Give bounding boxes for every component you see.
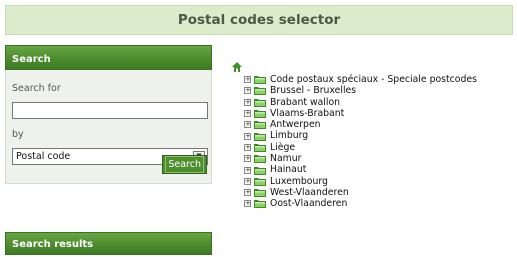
tree-item[interactable]: + Antwerpen: [244, 119, 477, 130]
tree-item-label: Namur: [270, 153, 302, 165]
expand-icon[interactable]: +: [244, 177, 251, 185]
postal-tree: + Code postaux spéciaux - Speciale postco…: [232, 62, 477, 210]
tree-item-label: Brussel - Bruxelles: [270, 85, 357, 97]
tree-item[interactable]: + Brabant wallon: [244, 97, 477, 108]
search-button-label: Search: [165, 156, 204, 173]
folder-icon: [254, 98, 266, 107]
tree-item[interactable]: + Brussel - Bruxelles: [244, 85, 477, 96]
expand-icon[interactable]: +: [244, 200, 251, 208]
page-header: Postal codes selector: [5, 5, 513, 35]
folder-icon: [254, 188, 266, 198]
folder-icon: [254, 120, 266, 130]
tree-item-label: Vlaams-Brabant: [270, 107, 345, 119]
tree-item[interactable]: + Code postaux spéciaux - Speciale postco…: [244, 74, 477, 85]
tree-item-label: Code postaux spéciaux - Speciale postcod…: [270, 74, 477, 85]
search-panel-body: Search for by Postal code ▼ Search: [5, 70, 212, 184]
page-title: Postal codes selector: [177, 12, 341, 28]
tree-item-label: Luxembourg: [270, 175, 328, 187]
search-input[interactable]: [12, 102, 208, 119]
expand-icon[interactable]: +: [244, 166, 251, 174]
folder-icon: [254, 166, 266, 175]
tree-item-label: Limburg: [270, 130, 309, 142]
expand-icon[interactable]: +: [244, 155, 251, 163]
tree-item-label: Liège: [270, 141, 296, 153]
expand-icon[interactable]: +: [244, 143, 251, 151]
folder-icon: [254, 86, 266, 96]
tree-item[interactable]: + Liège: [244, 142, 477, 153]
expand-icon[interactable]: +: [244, 98, 251, 106]
tree-item[interactable]: + Namur: [244, 153, 477, 164]
folder-icon: [254, 154, 266, 164]
expand-icon[interactable]: +: [244, 87, 251, 95]
tree-item-label: Hainaut: [270, 164, 307, 176]
tree-item[interactable]: + Vlaams-Brabant: [244, 108, 477, 119]
tree-item[interactable]: + Hainaut: [244, 164, 477, 175]
expand-icon[interactable]: +: [244, 132, 251, 140]
search-for-label: Search for: [12, 83, 61, 94]
folder-icon: [254, 177, 266, 186]
folder-icon: [254, 199, 266, 209]
tree-item-label: Oost-Vlaanderen: [270, 198, 348, 210]
folder-icon: [254, 143, 266, 152]
expand-icon[interactable]: +: [244, 121, 251, 129]
search-panel-title: Search: [5, 45, 212, 70]
expand-icon[interactable]: +: [244, 110, 251, 118]
tree-item[interactable]: + Limburg: [244, 130, 477, 141]
tree-item[interactable]: + Oost-Vlaanderen: [244, 198, 477, 209]
search-button[interactable]: Search: [162, 155, 207, 174]
tree-item[interactable]: + West-Vlaanderen: [244, 187, 477, 198]
by-label: by: [12, 129, 24, 140]
search-panel: Search Search for by Postal code ▼ Searc…: [5, 45, 212, 184]
expand-icon[interactable]: +: [244, 189, 251, 197]
tree-item-label: Antwerpen: [270, 119, 321, 131]
folder-icon: [254, 109, 266, 119]
search-results-title: Search results: [5, 232, 212, 255]
search-results-panel: Search results: [5, 232, 212, 255]
expand-icon[interactable]: +: [244, 76, 251, 84]
search-by-value: Postal code: [16, 151, 71, 162]
folder-icon: [254, 75, 266, 85]
tree-item-label: West-Vlaanderen: [270, 186, 349, 198]
tree-item[interactable]: + Luxembourg: [244, 176, 477, 187]
tree-item-label: Brabant wallon: [270, 96, 341, 108]
folder-icon: [254, 132, 266, 141]
home-icon[interactable]: [232, 62, 465, 72]
